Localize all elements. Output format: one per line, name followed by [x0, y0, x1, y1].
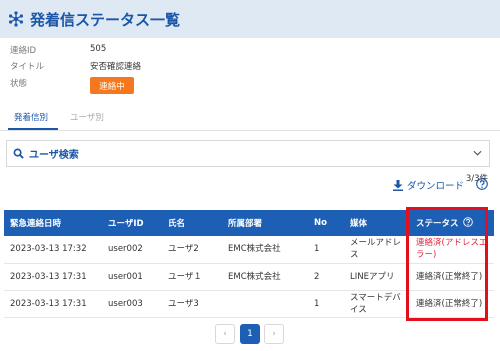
cell-name: ユーザ１ — [162, 263, 222, 291]
download-icon — [393, 179, 403, 191]
col-header-status[interactable]: ステータス — [410, 210, 494, 236]
status-header-label: ステータス — [416, 219, 459, 229]
cell-department — [222, 290, 308, 318]
cell-status: 連絡済(正常終了) — [410, 290, 494, 318]
col-header-user-id[interactable]: ユーザID — [102, 210, 162, 236]
user-search-title: ユーザ検索 — [29, 150, 79, 161]
help-icon[interactable] — [476, 178, 488, 190]
chevron-down-icon[interactable] — [473, 150, 482, 157]
state-label: 状態 — [10, 79, 28, 89]
table-header-row: 緊急連絡日時 ユーザID 氏名 所属部署 No 媒体 ステータス — [4, 210, 494, 236]
col-header-medium[interactable]: 媒体 — [344, 210, 410, 236]
cell-no: 1 — [308, 290, 344, 318]
cell-medium: LINEアプリ — [344, 263, 410, 291]
help-icon[interactable] — [463, 217, 474, 227]
cell-no: 1 — [308, 236, 344, 264]
cell-user-id: user001 — [102, 263, 162, 291]
cell-user-id: user002 — [102, 236, 162, 264]
cell-datetime: 2023-03-13 17:31 — [4, 290, 102, 318]
cell-status: 連絡済(アドレスエラー) — [410, 236, 494, 264]
title-value: 安否確認連絡 — [90, 62, 142, 72]
page-title: 発着信ステータス一覧 — [30, 10, 181, 29]
page-header: 発着信ステータス一覧 — [0, 0, 500, 38]
cell-medium: メールアドレス — [344, 236, 410, 264]
cell-datetime: 2023-03-13 17:31 — [4, 263, 102, 291]
tab-bar: 発着信別 ユーザ別 — [0, 107, 500, 131]
cell-status: 連絡済(正常終了) — [410, 263, 494, 291]
cell-user-id: user003 — [102, 290, 162, 318]
cell-department: EMC株式会社 — [222, 263, 308, 291]
tab-by-user[interactable]: ユーザ別 — [70, 111, 104, 123]
contact-id-label: 連絡ID — [10, 46, 37, 56]
phone-network-icon — [9, 11, 23, 27]
user-search-panel[interactable]: ユーザ検索 — [6, 140, 490, 167]
next-page-button[interactable]: › — [264, 324, 284, 344]
contact-id-value: 505 — [90, 44, 107, 54]
col-header-datetime[interactable]: 緊急連絡日時 — [4, 210, 102, 236]
tab-by-call[interactable]: 発着信別 — [14, 111, 48, 123]
title-label: タイトル — [10, 62, 45, 72]
status-table: 緊急連絡日時 ユーザID 氏名 所属部署 No 媒体 ステータス 2023-03… — [4, 210, 494, 318]
status-badge: 連絡中 — [90, 77, 134, 94]
download-label: ダウンロード — [407, 181, 465, 192]
page-1-button[interactable]: 1 — [240, 324, 260, 344]
cell-name: ユーザ3 — [162, 290, 222, 318]
col-header-name[interactable]: 氏名 — [162, 210, 222, 236]
col-header-department[interactable]: 所属部署 — [222, 210, 308, 236]
cell-no: 2 — [308, 263, 344, 291]
cell-name: ユーザ2 — [162, 236, 222, 264]
search-icon — [13, 148, 24, 159]
col-header-no[interactable]: No — [308, 210, 344, 236]
prev-page-button[interactable]: ‹ — [215, 324, 235, 344]
pagination: ‹ 1 › — [0, 324, 500, 344]
table-row[interactable]: 2023-03-13 17:31 user003 ユーザ3 1 スマートデバイス… — [4, 290, 494, 318]
cell-datetime: 2023-03-13 17:32 — [4, 236, 102, 264]
table-row[interactable]: 2023-03-13 17:32 user002 ユーザ2 EMC株式会社 1 … — [4, 236, 494, 264]
active-tab-indicator — [8, 128, 58, 130]
cell-department: EMC株式会社 — [222, 236, 308, 264]
download-button[interactable]: ダウンロード — [393, 178, 464, 192]
cell-medium: スマートデバイス — [344, 290, 410, 318]
table-row[interactable]: 2023-03-13 17:31 user001 ユーザ１ EMC株式会社 2 … — [4, 263, 494, 291]
